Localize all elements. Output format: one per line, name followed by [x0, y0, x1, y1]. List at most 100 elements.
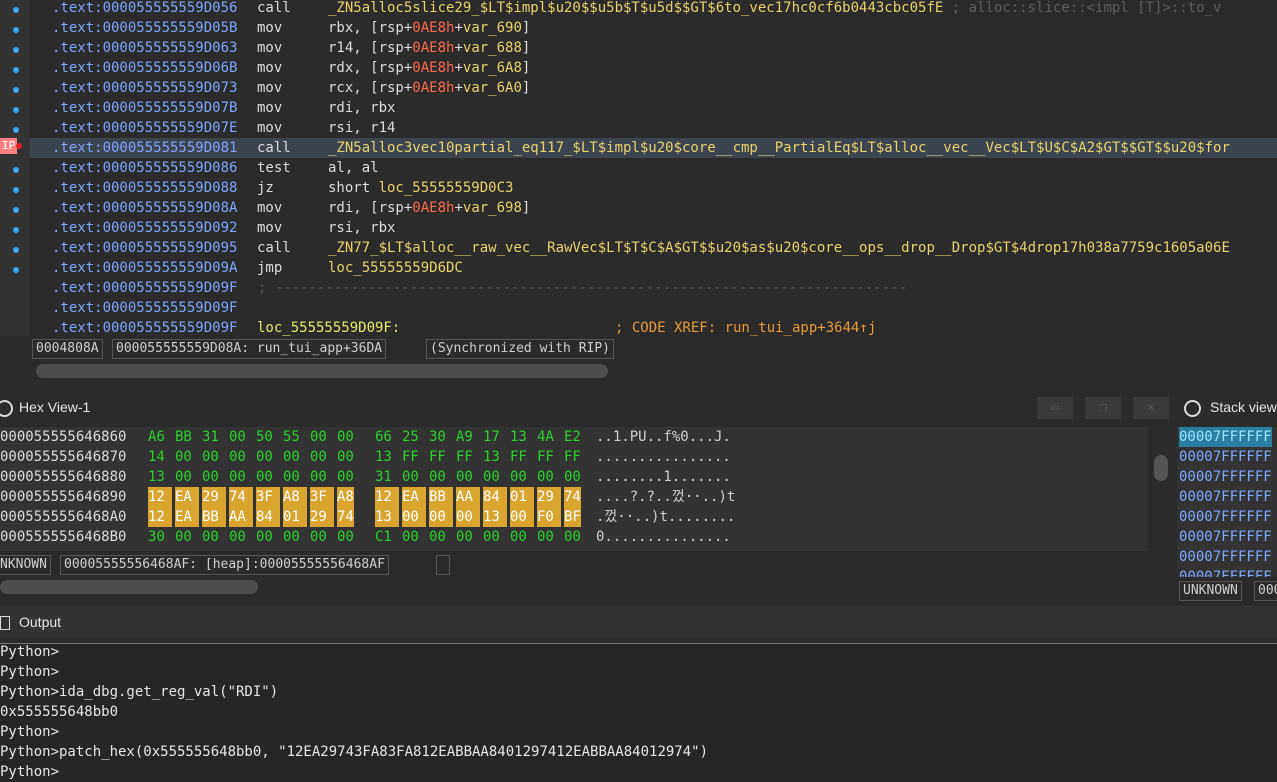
hex-byte[interactable]: 00: [429, 507, 453, 527]
hex-byte[interactable]: 00: [175, 527, 192, 547]
hex-byte[interactable]: 74: [564, 487, 581, 507]
disasm-line[interactable]: .text:000055555559D09A jmp loc_55555559D6D…: [30, 258, 1277, 278]
hex-byte[interactable]: 84: [483, 487, 507, 507]
float-window-button[interactable]: ▭: [1037, 397, 1073, 419]
hex-byte[interactable]: 00: [256, 527, 273, 547]
hex-byte[interactable]: FF: [402, 447, 419, 467]
hex-byte[interactable]: 00: [337, 447, 354, 467]
breakpoint-marker[interactable]: [13, 87, 19, 93]
hex-byte[interactable]: 00: [175, 447, 192, 467]
hex-byte[interactable]: 13: [375, 507, 399, 527]
hex-byte[interactable]: 50: [256, 427, 273, 447]
hex-row[interactable]: 000055555646860 A6 BB 31 00 50 55 00 00 66 25 30 A9 1…: [0, 427, 1148, 447]
hex-byte[interactable]: EA: [175, 487, 199, 507]
breakpoint-marker[interactable]: [13, 7, 19, 13]
disasm-line[interactable]: .text:000055555559D073 mov rcx, [rsp+0AE8h…: [30, 78, 1277, 98]
hex-byte[interactable]: A8: [337, 487, 354, 507]
breakpoint-marker[interactable]: [13, 47, 19, 53]
hex-byte[interactable]: 00: [510, 507, 534, 527]
hex-byte[interactable]: FF: [429, 447, 446, 467]
hex-byte[interactable]: 00: [229, 527, 246, 547]
hex-byte[interactable]: 00: [256, 447, 273, 467]
stack-row[interactable]: 00007FFFFFF: [1179, 507, 1272, 527]
hex-byte[interactable]: FF: [537, 447, 554, 467]
hex-byte[interactable]: 30: [148, 527, 165, 547]
disasm-line[interactable]: .text:000055555559D056 call _ZN5alloc5slic…: [30, 0, 1277, 18]
breakpoint-marker[interactable]: [13, 107, 19, 113]
hex-dump[interactable]: 000055555646860 A6 BB 31 00 50 55 00 00 66 25 30 A9 1…: [0, 427, 1148, 551]
hex-byte[interactable]: BF: [564, 507, 581, 527]
hex-row[interactable]: 000055555646880 13 00 00 00 00 00 00 00 31 00 00 00 0…: [0, 467, 1148, 487]
hex-byte[interactable]: 31: [375, 467, 392, 487]
stack-row[interactable]: 00007FFFFFF: [1179, 427, 1272, 447]
hex-byte[interactable]: 00: [229, 427, 246, 447]
disasm-line[interactable]: .text:000055555559D063 mov r14, [rsp+0AE8h…: [30, 38, 1277, 58]
hex-byte[interactable]: 00: [456, 467, 473, 487]
hex-byte[interactable]: 55: [283, 427, 300, 447]
stack-row[interactable]: 00007FFFFFF: [1179, 547, 1272, 567]
hex-byte[interactable]: A8: [283, 487, 307, 507]
breakpoint-marker[interactable]: [13, 227, 19, 233]
hex-byte[interactable]: 00: [283, 447, 300, 467]
scroll-thumb[interactable]: [1154, 455, 1168, 481]
hex-byte[interactable]: 00: [402, 507, 426, 527]
hex-byte[interactable]: 00: [202, 467, 219, 487]
hex-byte[interactable]: 12: [148, 507, 172, 527]
breakpoint-marker[interactable]: [13, 267, 19, 273]
hex-byte[interactable]: 74: [337, 507, 354, 527]
hex-byte[interactable]: 66: [375, 427, 392, 447]
hex-byte[interactable]: 13: [375, 447, 392, 467]
hex-byte[interactable]: 12: [375, 487, 399, 507]
hex-byte[interactable]: 00: [202, 527, 219, 547]
hex-byte[interactable]: 00: [202, 447, 219, 467]
disasm-line[interactable]: .text:000055555559D06B mov rdx, [rsp+0AE8h…: [30, 58, 1277, 78]
hex-byte[interactable]: 00: [564, 467, 581, 487]
breakpoint-marker[interactable]: [13, 127, 19, 133]
hex-byte[interactable]: 12: [148, 487, 172, 507]
hex-byte[interactable]: AA: [229, 507, 253, 527]
hex-byte[interactable]: 00: [483, 527, 500, 547]
restore-window-button[interactable]: ❐: [1085, 397, 1121, 419]
hex-byte[interactable]: A9: [456, 427, 473, 447]
hex-byte[interactable]: 00: [229, 447, 246, 467]
scroll-thumb[interactable]: [36, 364, 608, 378]
disasm-line[interactable]: .text:000055555559D07B mov rdi, rbx: [30, 98, 1277, 118]
hex-byte[interactable]: 14: [148, 447, 165, 467]
disasm-line[interactable]: .text:000055555559D095 call _ZN77_$LT$allo…: [30, 238, 1277, 258]
hex-byte[interactable]: 00: [564, 527, 581, 547]
hex-hscrollbar[interactable]: [0, 577, 1170, 601]
hex-byte[interactable]: 13: [510, 427, 527, 447]
hex-byte[interactable]: 74: [229, 487, 253, 507]
hex-byte[interactable]: 00: [510, 467, 527, 487]
disasm-line[interactable]: .text:000055555559D09F ; ----------------…: [30, 278, 1277, 298]
hex-byte[interactable]: 00: [337, 427, 354, 447]
hex-byte[interactable]: 00: [310, 447, 327, 467]
breakpoint-marker[interactable]: [13, 167, 19, 173]
hex-row[interactable]: 0005555556468B0 30 00 00 00 00 00 00 00 C1 00 00 00 0…: [0, 527, 1148, 547]
breakpoint-marker[interactable]: [13, 207, 19, 213]
hex-row[interactable]: 000055555646890 12 EA 29 74 3F A8 3F A8 12 EA BB AA 8…: [0, 487, 1148, 507]
hex-byte[interactable]: 00: [283, 467, 300, 487]
close-window-button[interactable]: ✕: [1133, 397, 1169, 419]
hex-byte[interactable]: BB: [429, 487, 453, 507]
hex-byte[interactable]: 00: [175, 467, 192, 487]
stack-row[interactable]: 00007FFFFFF: [1179, 487, 1272, 507]
output-console[interactable]: Python> Python> Python>ida_dbg.get_reg_val…: [0, 643, 1277, 782]
disasm-line[interactable]: .text:000055555559D086 test al, al: [30, 158, 1277, 178]
scroll-thumb[interactable]: [0, 580, 258, 594]
stack-row[interactable]: 00007FFFFFF: [1179, 567, 1272, 577]
hex-byte[interactable]: 13: [483, 507, 507, 527]
hex-byte[interactable]: 00: [310, 427, 327, 447]
hex-byte[interactable]: EA: [175, 507, 199, 527]
hex-byte[interactable]: E2: [564, 427, 581, 447]
stack-row[interactable]: 00007FFFFFF: [1179, 527, 1272, 547]
hex-byte[interactable]: BB: [202, 507, 226, 527]
hex-byte[interactable]: 01: [283, 507, 307, 527]
hex-byte[interactable]: BB: [175, 427, 192, 447]
hex-row[interactable]: 0005555556468A0 12 EA BB AA 84 01 29 74 13 00 00 00 1…: [0, 507, 1148, 527]
hex-byte[interactable]: 00: [229, 467, 246, 487]
hex-byte[interactable]: 29: [537, 487, 561, 507]
hex-byte[interactable]: 31: [202, 427, 219, 447]
disasm-line[interactable]: .text:000055555559D09F: [30, 298, 1277, 318]
hex-byte[interactable]: C1: [375, 527, 392, 547]
